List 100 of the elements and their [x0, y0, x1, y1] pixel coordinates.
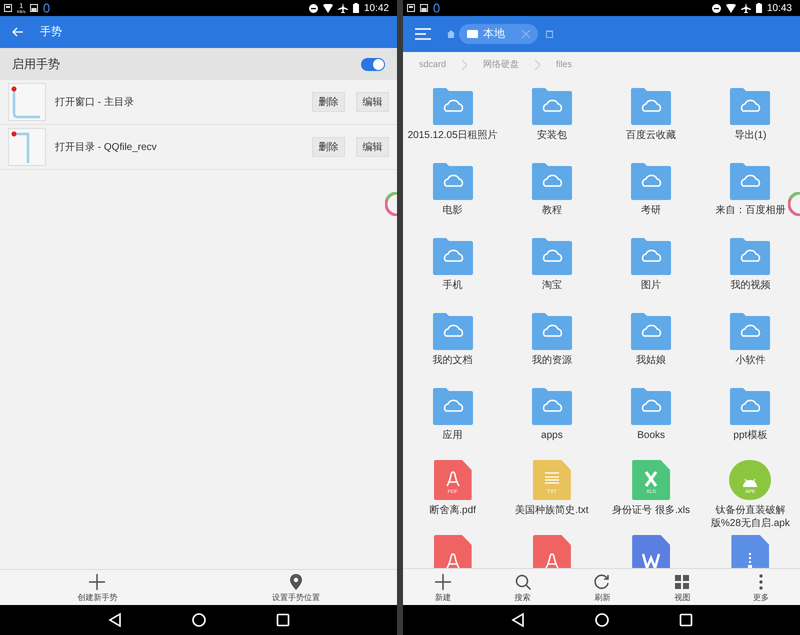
toolbar-button[interactable]: 更多 [745, 572, 778, 602]
folder-icon[interactable] [432, 87, 474, 125]
chevron-icon [462, 60, 468, 70]
folder-icon[interactable] [630, 312, 672, 350]
menu-icon[interactable] [415, 28, 431, 40]
file-name[interactable]: 百度云收藏 [605, 129, 698, 142]
file-name[interactable]: 安装包 [506, 129, 598, 142]
file-name[interactable]: 美国种族简史.txt [506, 504, 598, 517]
plus-icon [434, 572, 452, 590]
archive-file-icon[interactable] [731, 535, 770, 568]
plus-icon [88, 573, 106, 591]
wifi-icon [726, 4, 736, 12]
chevron-icon [535, 60, 540, 70]
folder-icon[interactable] [432, 162, 474, 200]
clock: 10:42 [364, 2, 389, 16]
file-name[interactable]: 身份证号 很多.xls [605, 504, 698, 517]
file-name[interactable]: ppt模板 [704, 429, 796, 442]
file-name[interactable]: 导出(1) [704, 129, 796, 142]
back-arrow-icon[interactable] [12, 27, 24, 37]
back-icon[interactable] [108, 613, 122, 627]
pdf-file-icon[interactable] [434, 535, 472, 568]
gesture-button[interactable]: 删除 [312, 92, 345, 112]
recents-icon[interactable] [276, 613, 290, 627]
folder-icon[interactable] [432, 237, 474, 275]
gesture-button[interactable]: 删除 [312, 137, 345, 157]
image-icon [420, 4, 428, 12]
home-icon[interactable] [192, 613, 206, 627]
airplane-icon [740, 3, 751, 13]
floating-ring-icon[interactable] [788, 192, 800, 216]
toggle-switch[interactable] [361, 58, 385, 70]
pdf-file-icon[interactable] [532, 535, 571, 568]
file-name[interactable]: 电影 [406, 204, 499, 217]
folder-icon[interactable] [729, 237, 772, 275]
image-icon [30, 4, 38, 12]
folder-icon[interactable] [530, 237, 573, 275]
folder-icon[interactable] [630, 162, 672, 200]
file-name[interactable]: 应用 [406, 429, 499, 442]
toolbar-button[interactable]: 视图 [665, 572, 700, 602]
file-name[interactable]: 我的资源 [506, 354, 598, 367]
screen-title: 手势 [40, 24, 62, 40]
file-name[interactable]: 教程 [506, 204, 598, 217]
folder-icon[interactable] [530, 312, 573, 350]
folder-icon[interactable] [530, 87, 573, 125]
folder-icon[interactable] [432, 312, 474, 350]
more-icon [759, 572, 764, 590]
file-name[interactable]: 来自：百度相册 [704, 204, 796, 217]
wifi-icon [322, 4, 333, 12]
folder-icon[interactable] [729, 87, 772, 125]
file-name[interactable]: apps [506, 429, 598, 442]
trash-icon[interactable] [546, 30, 553, 38]
file-name[interactable]: Books [605, 429, 698, 442]
file-name[interactable]: 手机 [406, 279, 499, 292]
battery-icon [756, 3, 762, 13]
battery-icon [352, 3, 359, 13]
file-name[interactable]: 断舍离.pdf [406, 504, 499, 517]
file-name[interactable]: 考研 [605, 204, 698, 217]
gesture-button[interactable]: 编辑 [356, 92, 389, 112]
setting-label: 启用手势 [12, 56, 60, 73]
file-name[interactable]: 我姑娘 [605, 354, 698, 367]
home-icon[interactable] [594, 613, 608, 627]
android-head-icon [742, 478, 758, 487]
clock: 10:43 [766, 2, 792, 16]
back-icon[interactable] [510, 613, 524, 627]
folder-icon[interactable] [729, 312, 772, 350]
gesture-button[interactable]: 编辑 [356, 137, 389, 157]
search-icon [514, 572, 532, 590]
toolbar-button[interactable]: 创建新手势 [69, 573, 126, 602]
do-not-disturb-icon [712, 4, 721, 12]
folder-icon[interactable] [530, 162, 573, 200]
gesture-label: 打开目录 - QQfile_recv [55, 140, 158, 154]
floating-ring-icon[interactable] [385, 192, 397, 216]
folder-icon[interactable] [630, 87, 672, 125]
tablet-icon [467, 30, 478, 38]
gesture-drawing [8, 128, 46, 166]
file-name[interactable]: 钛备份直装破解版%28无自启.apk [704, 504, 796, 530]
toolbar-button[interactable]: 刷新 [585, 572, 620, 602]
file-name[interactable]: 小软件 [704, 354, 796, 367]
toolbar-button[interactable]: 设置手势位置 [264, 573, 328, 602]
glyph-icon [444, 470, 462, 488]
folder-icon[interactable] [729, 387, 772, 425]
notification-icon [4, 4, 12, 12]
file-name[interactable]: 图片 [605, 279, 698, 292]
toolbar-button[interactable]: 新建 [426, 572, 460, 602]
gesture-label: 打开窗口 - 主目录 [55, 96, 135, 110]
grid-icon [673, 572, 692, 590]
file-name[interactable]: 我的文档 [406, 354, 499, 367]
file-name[interactable]: 2015.12.05日租照片 [406, 129, 499, 142]
refresh-icon [593, 572, 612, 590]
document-file-icon[interactable] [632, 535, 670, 568]
file-name[interactable]: 我的视频 [704, 279, 796, 292]
folder-icon[interactable] [729, 162, 772, 200]
close-icon [522, 30, 530, 38]
recents-icon[interactable] [678, 613, 692, 627]
folder-icon[interactable] [630, 387, 672, 425]
toolbar-button[interactable]: 搜索 [506, 572, 540, 602]
folder-icon[interactable] [630, 237, 672, 275]
gesture-drawing [8, 83, 46, 121]
file-name[interactable]: 淘宝 [506, 279, 598, 292]
folder-icon[interactable] [432, 387, 474, 425]
folder-icon[interactable] [530, 387, 573, 425]
